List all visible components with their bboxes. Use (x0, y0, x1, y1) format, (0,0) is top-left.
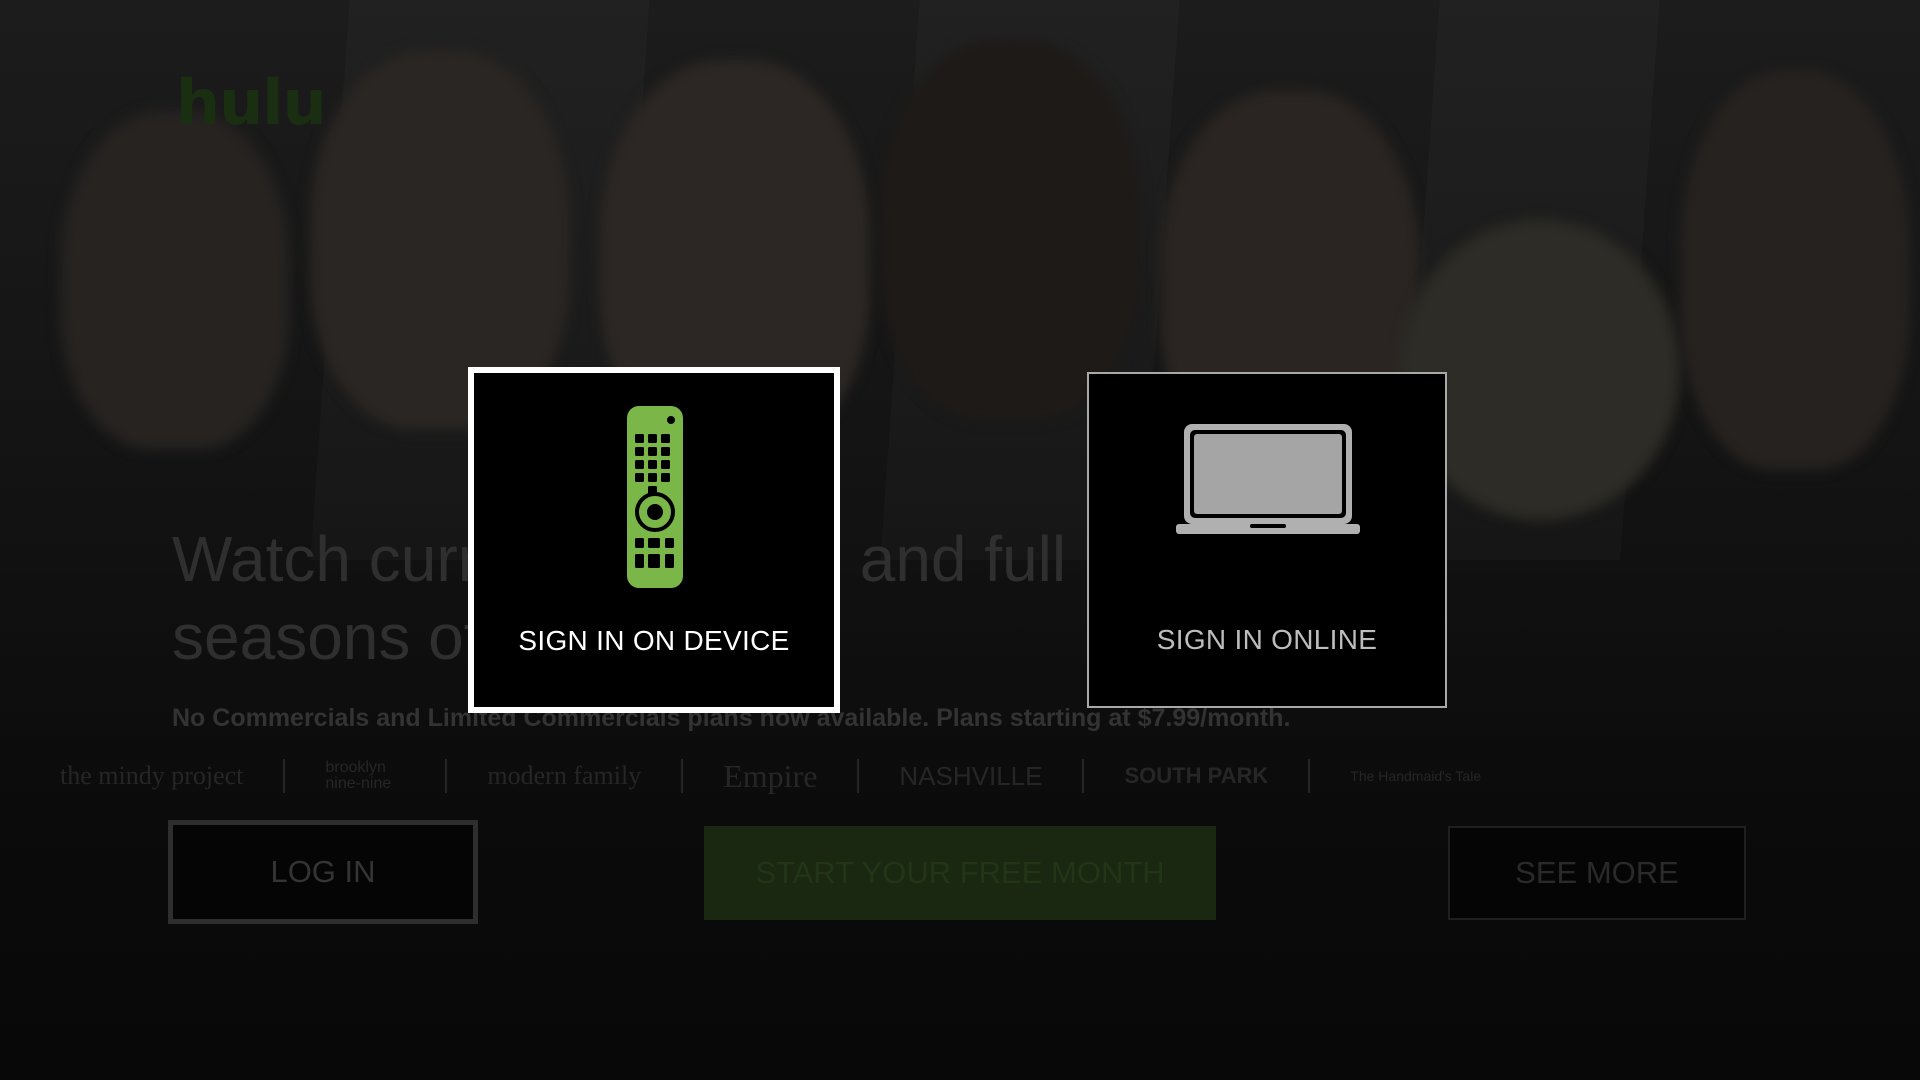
featured-shows-strip: the mindy project brooklyn nine-nine mod… (60, 752, 1860, 800)
laptop-icon (1176, 424, 1360, 540)
login-button[interactable]: LOG IN (168, 820, 478, 924)
show-logo: modern family (487, 761, 642, 790)
show-logo: SOUTH PARK (1124, 763, 1269, 788)
sign-in-online-label: SIGN IN ONLINE (1156, 624, 1378, 655)
show-logo: brooklyn nine-nine (325, 759, 392, 792)
see-more-button[interactable]: SEE MORE (1448, 826, 1746, 920)
show-logo: Empire (723, 757, 818, 794)
sign-in-on-device-label: SIGN IN ON DEVICE (518, 625, 790, 656)
start-free-month-button[interactable]: START YOUR FREE MONTH (704, 826, 1216, 920)
hulu-logo: hulu (176, 66, 327, 139)
show-logo: NASHVILLE (899, 760, 1043, 791)
remote-control-icon (627, 406, 683, 592)
sign-in-on-device-option[interactable]: SIGN IN ON DEVICE (468, 367, 840, 713)
sign-in-online-option[interactable]: SIGN IN ONLINE (1087, 372, 1447, 708)
show-logo: The Handmaid's Tale (1350, 768, 1482, 784)
show-logo: the mindy project (60, 761, 244, 790)
